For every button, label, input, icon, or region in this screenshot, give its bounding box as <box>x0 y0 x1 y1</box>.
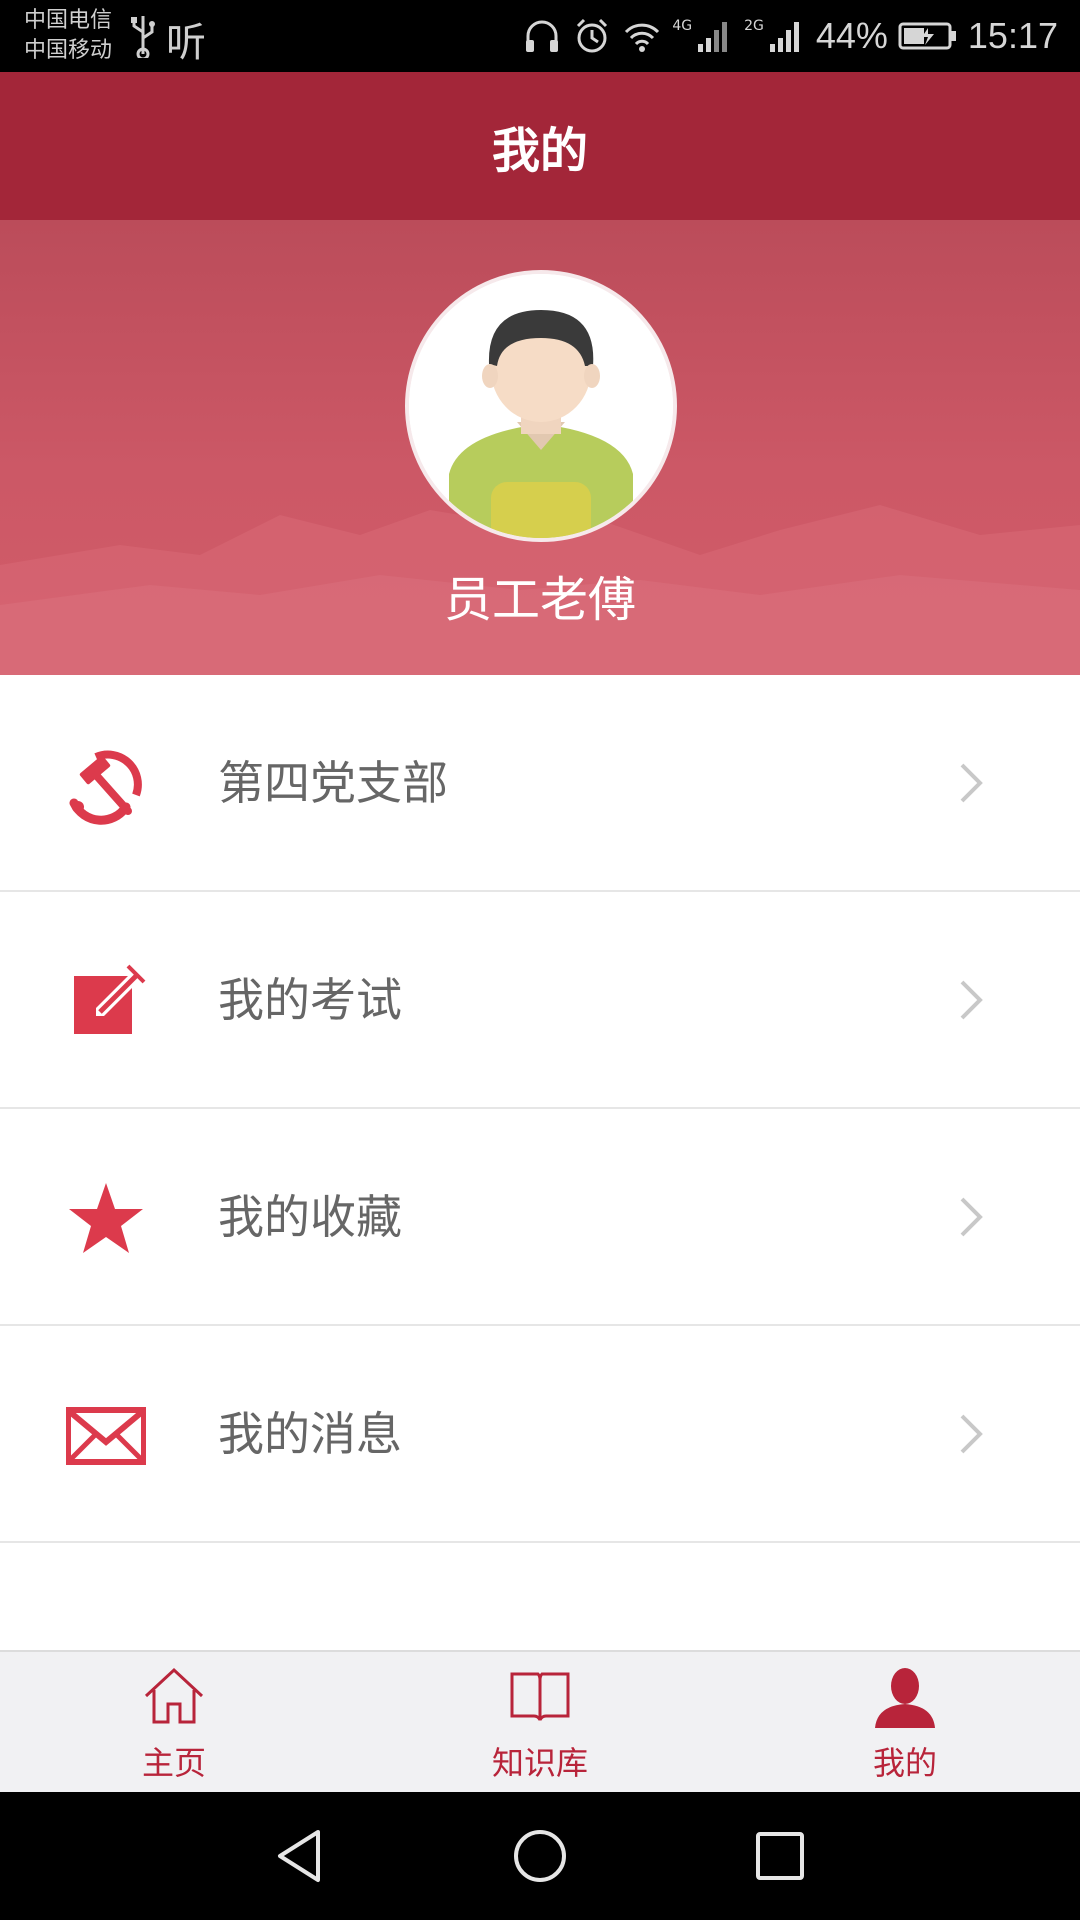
menu-item-label: 第四党支部 <box>218 756 448 810</box>
chevron-right-icon <box>960 1197 983 1237</box>
alarm-icon <box>577 18 608 53</box>
network-type-2: 2G <box>744 18 764 34</box>
chevron-right-icon <box>960 980 983 1020</box>
user-icon <box>875 1668 935 1728</box>
edit-note-icon <box>74 964 146 1034</box>
tab-home[interactable]: 主页 <box>74 1652 274 1794</box>
carrier-2: 中国移动 <box>24 38 113 63</box>
clock: 15:17 <box>967 15 1058 56</box>
chevron-right-icon <box>960 1414 983 1454</box>
tab-label: 主页 <box>141 1744 206 1782</box>
star-icon <box>69 1183 143 1253</box>
wifi-icon <box>625 23 660 52</box>
carrier-info: 中国电信 中国移动 <box>24 6 112 66</box>
menu-item-my-exams[interactable]: 我的考试 <box>0 892 1080 1109</box>
menu-item-label: 我的收藏 <box>218 1190 402 1244</box>
home-icon <box>144 1667 204 1724</box>
bottom-tab-bar: 主页 知识库 我的 <box>0 1650 1080 1792</box>
menu-item-favorites[interactable]: 我的收藏 <box>0 1109 1080 1326</box>
signal-icon <box>698 22 728 52</box>
profile-banner: 员工老傅 <box>0 220 1080 675</box>
page-title: 我的 <box>491 123 588 179</box>
battery-percent: 44% <box>815 15 888 56</box>
tab-mine[interactable]: 我的 <box>805 1652 1005 1794</box>
recent-apps-icon[interactable] <box>748 1824 812 1888</box>
headphones-icon <box>526 20 559 52</box>
avatar-illustration <box>409 274 673 538</box>
hammer-sickle-icon <box>69 750 142 825</box>
back-icon[interactable] <box>268 1824 332 1888</box>
network-type-1: 4G <box>672 18 693 34</box>
menu-item-party-branch[interactable]: 第四党支部 <box>0 675 1080 892</box>
avatar[interactable] <box>405 270 677 542</box>
envelope-icon <box>66 1407 146 1465</box>
home-circle-icon[interactable] <box>508 1824 572 1888</box>
tab-label: 我的 <box>872 1744 937 1782</box>
menu-item-label: 我的考试 <box>218 973 402 1027</box>
menu-item-label: 我的消息 <box>218 1407 402 1461</box>
status-bar: 中国电信 中国移动 听 4G 2G 44% 15:17 <box>0 0 1080 72</box>
title-bar: 我的 <box>0 72 1080 220</box>
listen-app-icon: 听 <box>166 20 206 66</box>
battery-icon <box>898 22 956 50</box>
signal-icon <box>769 22 799 52</box>
menu-list: 第四党支部 我的考试 我的收藏 我的消息 <box>0 675 1080 1543</box>
system-nav-bar <box>0 1792 1080 1920</box>
chevron-right-icon <box>960 763 983 803</box>
book-icon <box>510 1672 570 1721</box>
status-icons: 4G 2G 44% 15:17 <box>522 0 1058 72</box>
carrier-1: 中国电信 <box>24 8 113 33</box>
tab-label: 知识库 <box>491 1744 588 1782</box>
username: 员工老傅 <box>443 572 636 628</box>
menu-item-messages[interactable]: 我的消息 <box>0 1326 1080 1543</box>
tab-knowledge-base[interactable]: 知识库 <box>440 1652 640 1794</box>
usb-icon <box>131 16 155 58</box>
